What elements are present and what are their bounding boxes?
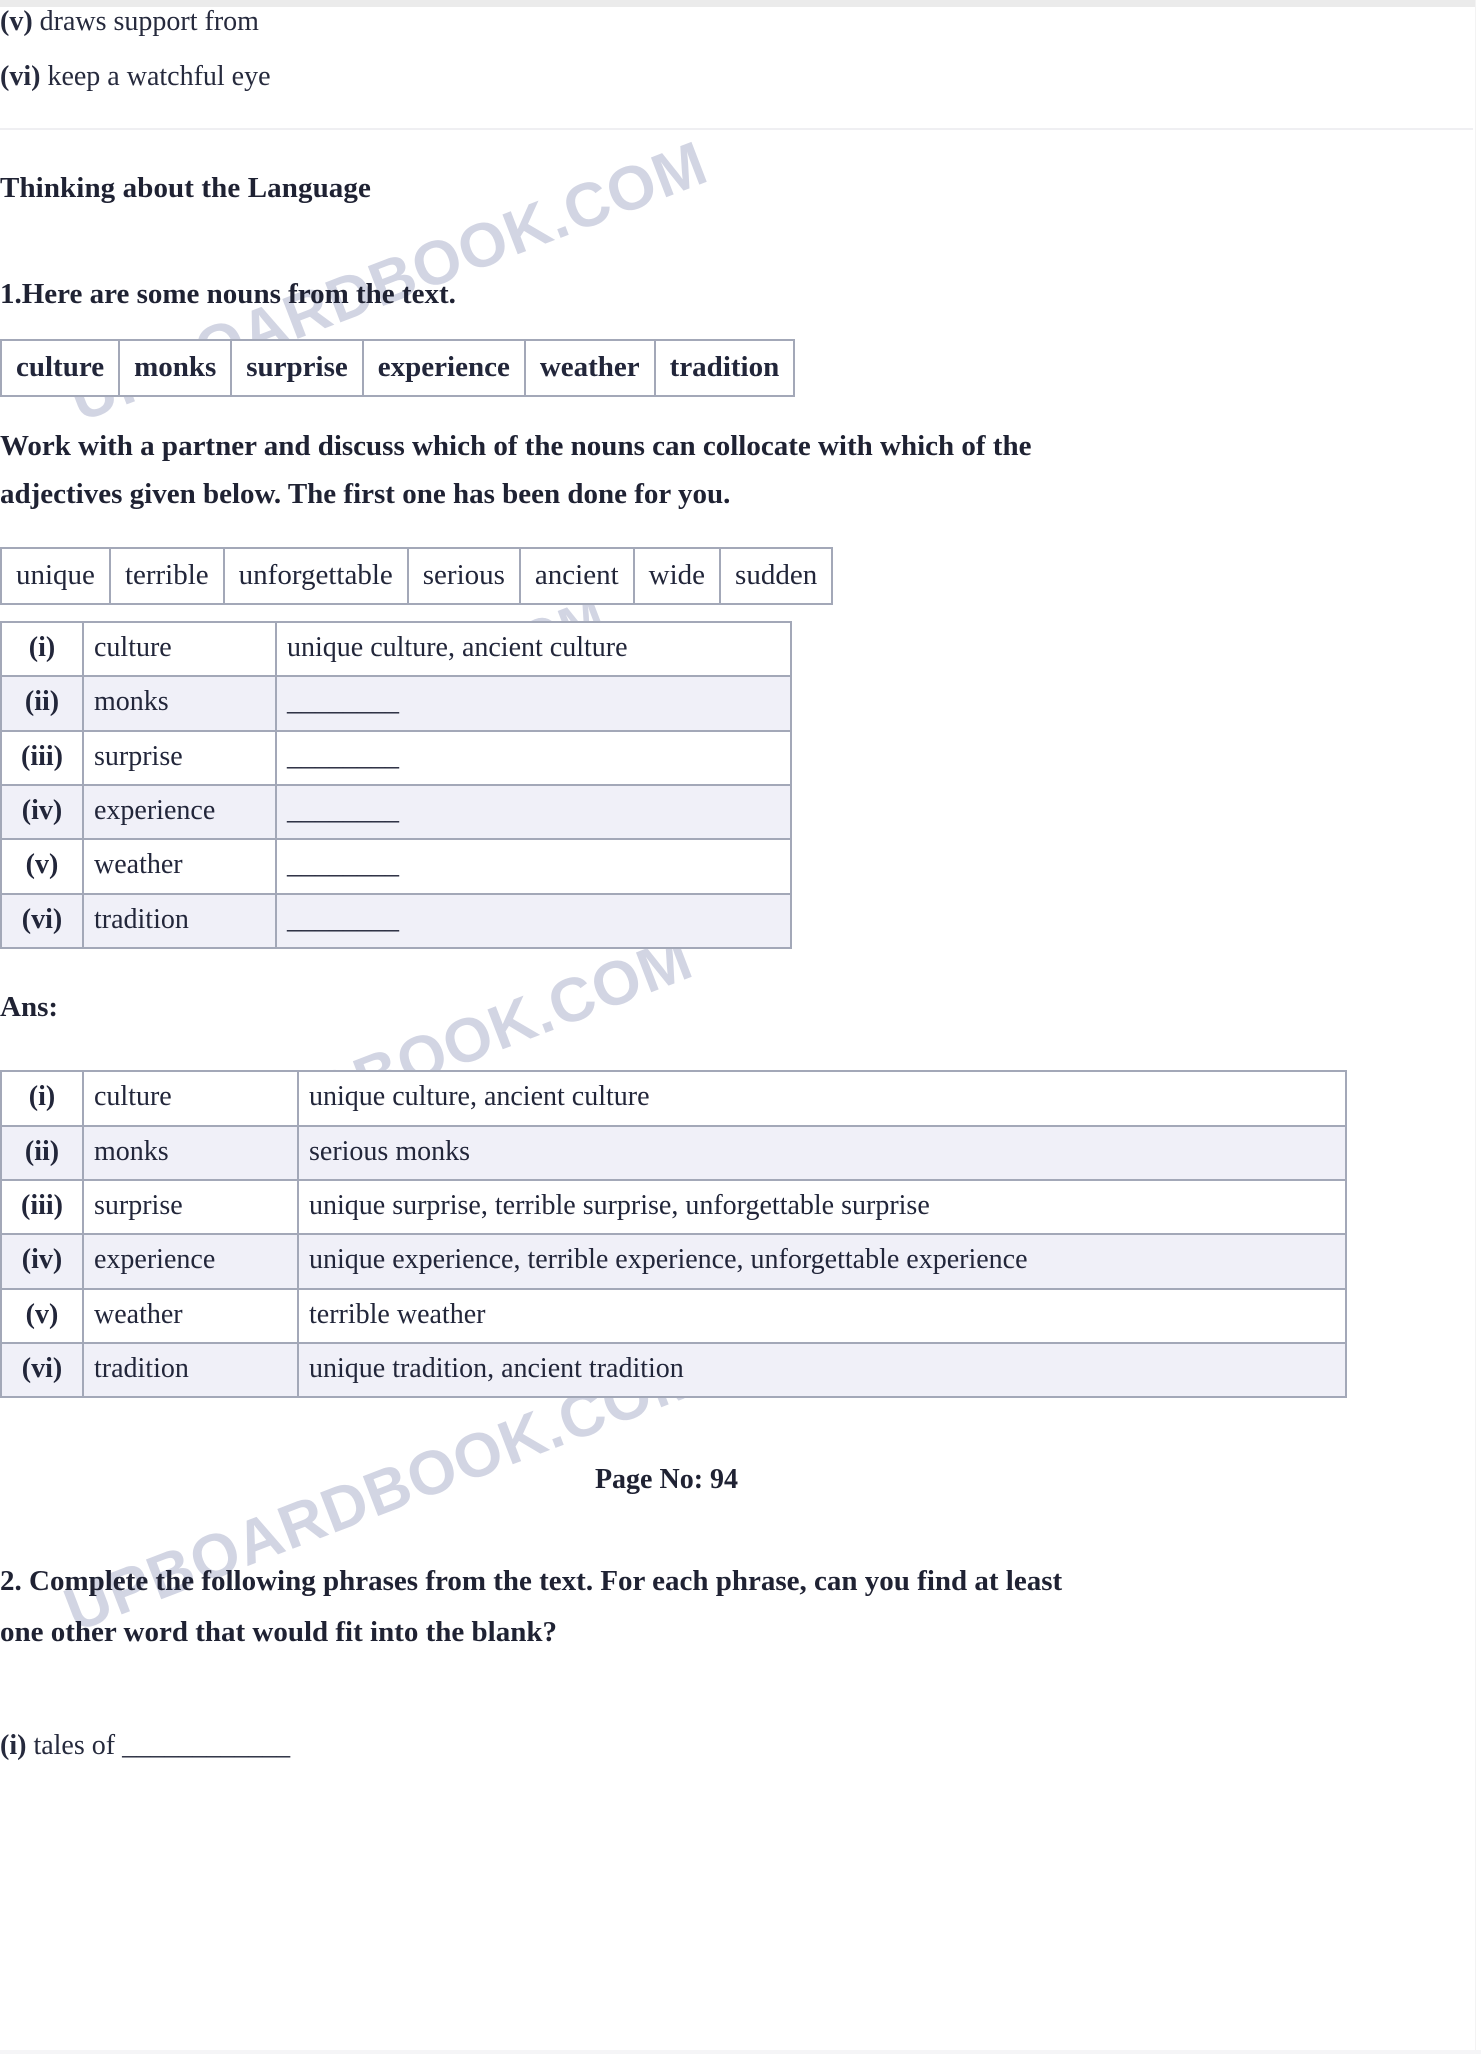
row-noun: tradition (82, 892, 277, 950)
row-noun: culture (82, 1070, 299, 1127)
adjective-cell: ancient (518, 546, 635, 605)
row-blank: ________ (275, 675, 792, 732)
adjectives-word-table: unique terrible unforgettable serious an… (0, 546, 834, 605)
item-text: tales of ____________ (33, 1729, 291, 1761)
question-2-line-2: one other word that would fit into the b… (0, 1616, 557, 1649)
phrase-text: draws support from (39, 6, 259, 37)
section-heading: Thinking about the Language (0, 171, 371, 204)
noun-cell: weather (523, 338, 656, 397)
table-row: (ii) monks serious monks (0, 1124, 1347, 1181)
adjective-cell: sudden (719, 546, 834, 605)
row-numeral: (vi) (0, 1342, 84, 1399)
adjective-cell: unique (0, 546, 111, 605)
row-numeral: (iii) (0, 1178, 84, 1236)
question-1-instruction: Work with a partner and discuss which of… (0, 423, 1473, 519)
row-blank: ________ (275, 783, 792, 841)
row-noun: experience (82, 783, 277, 841)
row-noun: surprise (82, 729, 277, 786)
adjective-cell: serious (406, 546, 521, 605)
row-numeral: (iii) (0, 729, 84, 786)
row-answer: serious monks (297, 1124, 1347, 1181)
nouns-word-table: culture monks surprise experience weathe… (0, 338, 796, 397)
row-noun: surprise (82, 1178, 299, 1236)
row-answer: unique experience, terrible experience, … (297, 1233, 1347, 1290)
row-noun: culture (82, 620, 277, 678)
bottom-edge-band (0, 2050, 1481, 2054)
row-answer: terrible weather (297, 1287, 1347, 1345)
phrase-numeral: (v) (0, 6, 33, 37)
noun-cell: tradition (653, 338, 796, 397)
table-row: (i) culture unique culture, ancient cult… (0, 620, 792, 678)
table-row: (v) weather terrible weather (0, 1287, 1347, 1345)
row-blank: ________ (275, 838, 792, 895)
item-numeral: (i) (0, 1729, 27, 1761)
adjective-cell: unforgettable (222, 546, 409, 605)
phrase-line-vi: (vi) keep a watchful eye (0, 55, 1473, 100)
row-noun: weather (82, 1287, 299, 1345)
table-row: (iii) surprise ________ (0, 729, 792, 786)
page-number-marker: Page No: 94 (594, 1464, 739, 1496)
question-2-line-1: 2. Complete the following phrases from t… (0, 1565, 1063, 1598)
question-1-heading: 1.Here are some nouns from the text. (0, 277, 456, 310)
row-answer: unique culture, ancient culture (297, 1070, 1347, 1127)
row-numeral: (i) (0, 1070, 84, 1127)
row-noun: monks (82, 675, 277, 732)
collocation-exercise-table: (i) culture unique culture, ancient cult… (0, 620, 792, 950)
row-answer: unique culture, ancient culture (275, 620, 792, 678)
row-noun: weather (82, 838, 277, 895)
table-row: (vi) tradition ________ (0, 892, 792, 950)
row-blank: ________ (275, 892, 792, 950)
question-2-item-i: (i) tales of ____________ (0, 1724, 1473, 1769)
section-divider (0, 127, 1473, 130)
row-noun: monks (82, 1124, 299, 1181)
adjective-cell: wide (632, 546, 722, 605)
row-numeral: (i) (0, 620, 84, 678)
collocation-answer-table: (i) culture unique culture, ancient cult… (0, 1070, 1347, 1399)
table-row: (iii) surprise unique surprise, terrible… (0, 1178, 1347, 1236)
row-numeral: (ii) (0, 675, 84, 732)
table-row: (vi) tradition unique tradition, ancient… (0, 1342, 1347, 1399)
row-answer: unique tradition, ancient tradition (297, 1342, 1347, 1399)
table-row: (iv) experience unique experience, terri… (0, 1233, 1347, 1290)
row-numeral: (vi) (0, 892, 84, 950)
row-numeral: (ii) (0, 1124, 84, 1181)
table-row: unique terrible unforgettable serious an… (0, 546, 834, 605)
instruction-line-1: Work with a partner and discuss which of… (0, 429, 1032, 462)
row-noun: tradition (82, 1342, 299, 1399)
question-2-text: 2. Complete the following phrases from t… (0, 1556, 1473, 1658)
row-numeral: (iv) (0, 1233, 84, 1290)
table-row: (iv) experience ________ (0, 783, 792, 841)
answer-label: Ans: (0, 991, 59, 1024)
table-row: (ii) monks ________ (0, 675, 792, 732)
table-row: (v) weather ________ (0, 838, 792, 895)
noun-cell: experience (361, 338, 526, 397)
row-numeral: (v) (0, 838, 84, 895)
row-blank: ________ (275, 729, 792, 786)
row-answer: unique surprise, terrible surprise, unfo… (297, 1178, 1347, 1236)
table-row: (i) culture unique culture, ancient cult… (0, 1070, 1347, 1127)
row-noun: experience (82, 1233, 299, 1290)
row-numeral: (iv) (0, 783, 84, 841)
noun-cell: monks (118, 338, 233, 397)
adjective-cell: terrible (108, 546, 225, 605)
table-row: culture monks surprise experience weathe… (0, 338, 796, 397)
phrase-text: keep a watchful eye (47, 60, 271, 92)
document-page: (v) draws support from (vi) keep a watch… (0, 0, 1481, 1769)
phrase-line-v: (v) draws support from (0, 0, 1473, 45)
noun-cell: culture (0, 338, 121, 397)
instruction-line-2: adjectives given below. The first one ha… (0, 477, 731, 510)
row-numeral: (v) (0, 1287, 84, 1345)
phrase-numeral: (vi) (0, 60, 41, 92)
noun-cell: surprise (230, 338, 364, 397)
